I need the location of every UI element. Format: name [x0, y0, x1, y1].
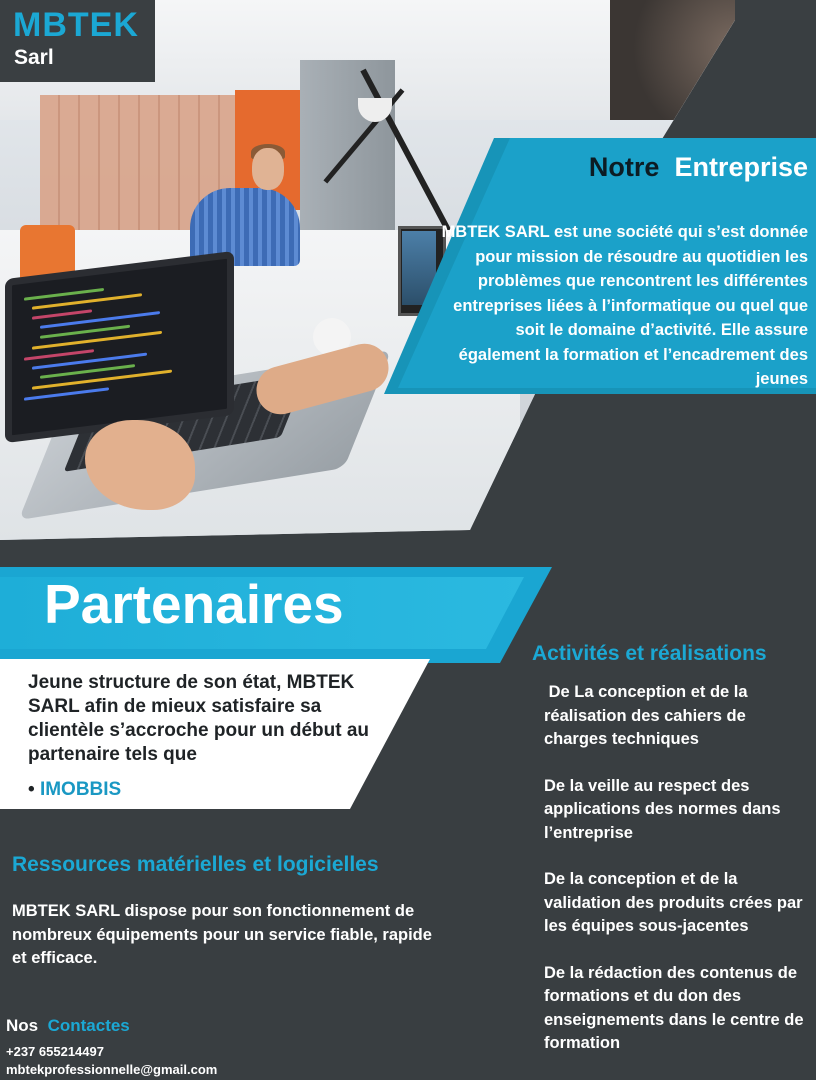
- entreprise-title-word1: Notre: [588, 152, 660, 182]
- entreprise-title: Notre Entreprise: [589, 152, 808, 183]
- contact-phone[interactable]: +237 655214497: [6, 1044, 104, 1059]
- logo-block: MBTEK Sarl: [0, 0, 155, 82]
- contact-title-word1: Nos: [6, 1016, 39, 1035]
- ressources-title: Ressources matérielles et logicielles: [12, 853, 379, 876]
- brand-suffix: Sarl: [14, 46, 54, 69]
- brand-name: MBTEK: [13, 6, 139, 44]
- activite-item: De la rédaction des contenus de formatio…: [544, 963, 804, 1053]
- contact-title-word2: Contactes: [47, 1016, 130, 1035]
- activite-item: De La conception et de la réalisation de…: [544, 683, 753, 748]
- bullet: •: [28, 779, 35, 800]
- flyer-page: MBTEK Sarl Notre Entreprise MBTEK SARL e…: [0, 0, 816, 1080]
- entreprise-description: MBTEK SARL est une société qui s’est don…: [441, 223, 808, 388]
- activite-item: De la veille au respect des applications…: [544, 776, 781, 842]
- partner-list-item: • IMOBBIS: [28, 779, 121, 801]
- activite-item: De la conception et de la validation des…: [544, 870, 803, 935]
- entreprise-title-word2: Entreprise: [674, 152, 808, 182]
- contact-title: Nos Contactes: [6, 1016, 130, 1036]
- top-strip: [735, 0, 816, 20]
- laptop-screen: [5, 250, 234, 444]
- contact-email[interactable]: mbtekprofessionnelle@gmail.com: [6, 1062, 217, 1077]
- ressources-description: MBTEK SARL dispose pour son fonctionneme…: [12, 902, 432, 967]
- person-head: [252, 148, 284, 190]
- partenaires-description: Jeune structure de son état, MBTEK SARL …: [28, 672, 370, 765]
- partenaires-title: Partenaires: [44, 573, 344, 635]
- activites-list: De La conception et de la réalisation de…: [544, 681, 809, 1079]
- partner-name: IMOBBIS: [39, 779, 122, 800]
- activites-title: Activités et réalisations: [532, 642, 767, 665]
